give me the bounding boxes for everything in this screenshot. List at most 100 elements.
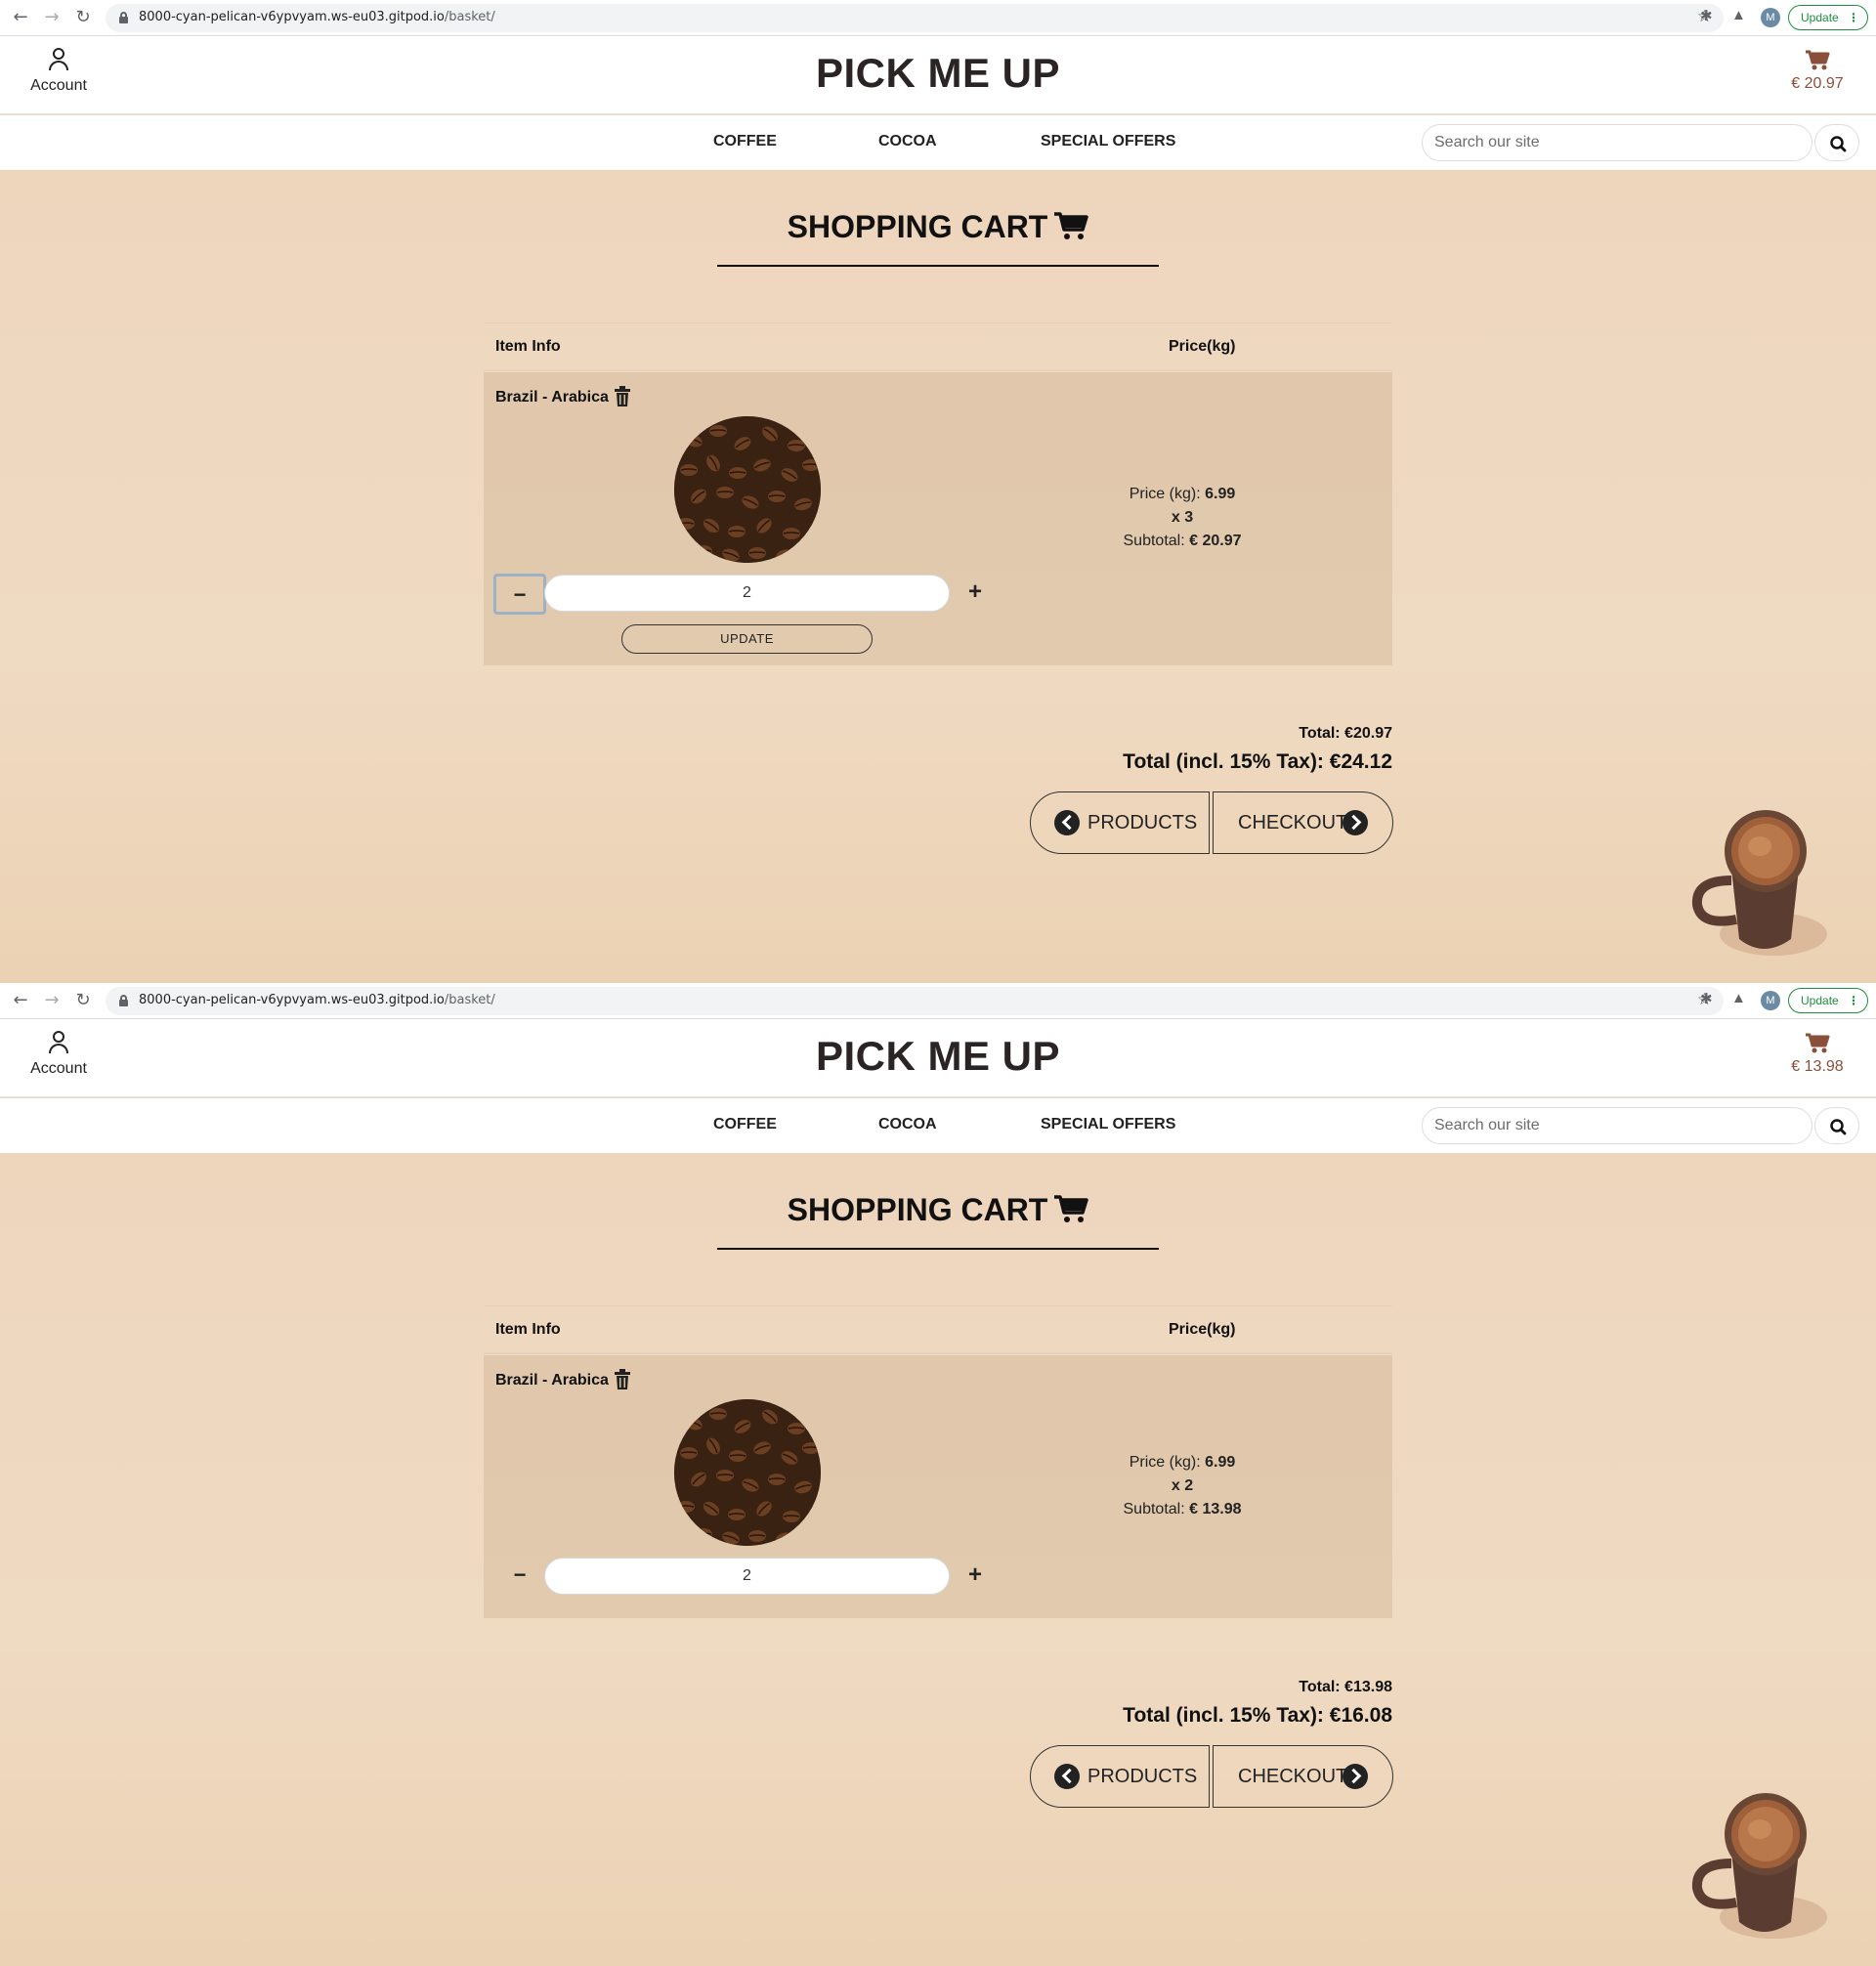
quantity-decrement-button[interactable]: − — [493, 574, 546, 615]
screenshot-frame-1: ← → ↻ 8000-cyan-pelican-v6ypvyam.ws-eu03… — [0, 0, 1876, 983]
checkout-button[interactable]: CHECKOUT — [1213, 1745, 1393, 1808]
search-input[interactable] — [1422, 1107, 1812, 1144]
cart-item-row: Brazil - Arabica — [484, 1355, 1392, 1618]
screenshot-frame-2: ← → ↻ 8000-cyan-pelican-v6ypvyam.ws-eu03… — [0, 983, 1876, 1966]
basket-content: SHOPPING CART Item Info Price(kg) Brazil… — [0, 170, 1876, 983]
price-per-kg: Price (kg): 6.99 — [1129, 486, 1236, 502]
order-totals: Total: €13.98 Total (incl. 15% Tax): €16… — [1123, 1679, 1392, 1728]
site-logo[interactable]: PICK ME UP — [0, 1033, 1876, 1080]
page-title-text: SHOPPING CART — [787, 209, 1048, 244]
chevron-left-circle-icon — [1054, 810, 1080, 835]
checkout-label: CHECKOUT — [1238, 812, 1348, 833]
cart-total: Total: €13.98 — [1299, 1679, 1392, 1695]
search-button[interactable] — [1814, 1107, 1859, 1144]
product-image-coffee-beans[interactable] — [674, 416, 821, 563]
search-icon — [1830, 1119, 1847, 1135]
checkout-button[interactable]: CHECKOUT — [1213, 791, 1393, 854]
back-icon[interactable]: ← — [10, 7, 31, 28]
main-nav: COFFEE COCOA SPECIAL OFFERS — [0, 1098, 1876, 1153]
basket-content: SHOPPING CART Item Info Price(kg) Brazil… — [0, 1153, 1876, 1966]
site-logo[interactable]: PICK ME UP — [0, 50, 1876, 97]
page-title: SHOPPING CART — [0, 1192, 1876, 1228]
header-cart-link[interactable]: € 20.97 — [1788, 50, 1847, 93]
keep-shopping-button[interactable]: PRODUCTS — [1030, 791, 1210, 854]
item-subtotal: Subtotal: € 13.98 — [1123, 1501, 1242, 1517]
trash-icon[interactable] — [614, 1369, 631, 1390]
forward-icon[interactable]: → — [41, 990, 63, 1011]
update-label: Update — [1801, 994, 1839, 1007]
cart-total: Total: €20.97 — [1299, 725, 1392, 742]
main-nav: COFFEE COCOA SPECIAL OFFERS — [0, 115, 1876, 170]
shopping-cart-icon — [1054, 212, 1089, 239]
quantity-multiplier: x 3 — [1171, 509, 1194, 526]
reload-icon[interactable]: ↻ — [72, 990, 94, 1011]
site-header: Account PICK ME UP € 13.98 — [0, 1019, 1876, 1097]
checkout-label: CHECKOUT — [1238, 1766, 1348, 1787]
forward-icon[interactable]: → — [41, 7, 63, 28]
labs-flask-icon[interactable]: ▲ — [1731, 7, 1746, 23]
col-price: Price(kg) — [1169, 338, 1236, 355]
cart-item-row: Brazil - Arabica — [484, 372, 1392, 665]
update-quantity-button[interactable]: UPDATE — [621, 624, 873, 654]
reload-icon[interactable]: ↻ — [72, 7, 94, 28]
quantity-increment-button[interactable]: + — [960, 1558, 990, 1595]
chevron-right-circle-icon — [1343, 810, 1368, 835]
back-icon[interactable]: ← — [10, 990, 31, 1011]
grand-total: Total (incl. 15% Tax): €24.12 — [1123, 750, 1392, 773]
page-title-text: SHOPPING CART — [787, 1192, 1048, 1227]
address-url: 8000-cyan-pelican-v6ypvyam.ws-eu03.gitpo… — [139, 10, 495, 24]
quantity-multiplier: x 2 — [1171, 1477, 1194, 1494]
item-name: Brazil - Arabica — [495, 389, 609, 406]
extensions-puzzle-icon[interactable]: ✱ — [1700, 7, 1713, 24]
cart-icon — [1806, 50, 1830, 70]
header-cart-link[interactable]: € 13.98 — [1788, 1033, 1847, 1076]
title-divider — [717, 1248, 1159, 1250]
kebab-menu-icon: ⋮ — [1848, 994, 1859, 1007]
nav-coffee[interactable]: COFFEE — [713, 133, 777, 150]
trash-icon[interactable] — [614, 386, 631, 407]
nav-coffee[interactable]: COFFEE — [713, 1116, 777, 1133]
nav-cocoa[interactable]: COCOA — [878, 1116, 937, 1133]
profile-avatar[interactable]: M — [1761, 8, 1780, 27]
shopping-cart-icon — [1054, 1195, 1089, 1222]
keep-shopping-button[interactable]: PRODUCTS — [1030, 1745, 1210, 1808]
item-name: Brazil - Arabica — [495, 1372, 609, 1389]
col-item-info: Item Info — [495, 1321, 561, 1338]
nav-special-offers[interactable]: SPECIAL OFFERS — [1041, 1116, 1175, 1133]
quantity-decrement-button[interactable]: − — [493, 1557, 546, 1598]
profile-avatar[interactable]: M — [1761, 991, 1780, 1010]
item-subtotal: Subtotal: € 20.97 — [1123, 533, 1242, 549]
site-header: Account PICK ME UP € 20.97 — [0, 36, 1876, 114]
nav-cocoa[interactable]: COCOA — [878, 133, 937, 150]
address-url: 8000-cyan-pelican-v6ypvyam.ws-eu03.gitpo… — [139, 993, 495, 1007]
product-image-coffee-beans[interactable] — [674, 1399, 821, 1546]
quantity-increment-button[interactable]: + — [960, 575, 990, 612]
lock-icon — [119, 995, 128, 1006]
update-label: Update — [1801, 11, 1839, 24]
products-label: PRODUCTS — [1087, 1766, 1198, 1787]
coffee-cup-decoration — [1691, 1793, 1827, 1939]
coffee-cup-decoration — [1691, 810, 1827, 956]
quantity-input[interactable]: 2 — [544, 1558, 950, 1595]
chevron-right-circle-icon — [1343, 1764, 1368, 1789]
address-bar[interactable]: 8000-cyan-pelican-v6ypvyam.ws-eu03.gitpo… — [106, 987, 1724, 1015]
price-per-kg: Price (kg): 6.99 — [1129, 1454, 1236, 1471]
cart-table-header: Item Info Price(kg) — [484, 322, 1392, 371]
labs-flask-icon[interactable]: ▲ — [1731, 990, 1746, 1006]
chevron-left-circle-icon — [1054, 1764, 1080, 1789]
order-totals: Total: €20.97 Total (incl. 15% Tax): €24… — [1123, 725, 1392, 774]
address-bar[interactable]: 8000-cyan-pelican-v6ypvyam.ws-eu03.gitpo… — [106, 4, 1724, 32]
browser-toolbar: ← → ↻ 8000-cyan-pelican-v6ypvyam.ws-eu03… — [0, 0, 1876, 36]
extensions-puzzle-icon[interactable]: ✱ — [1700, 990, 1713, 1007]
cart-table-header: Item Info Price(kg) — [484, 1305, 1392, 1354]
search-input[interactable] — [1422, 124, 1812, 161]
quantity-input[interactable]: 2 — [544, 575, 950, 612]
browser-update-button[interactable]: Update ⋮ — [1788, 5, 1868, 30]
cart-icon — [1806, 1033, 1830, 1053]
nav-special-offers[interactable]: SPECIAL OFFERS — [1041, 133, 1175, 150]
products-label: PRODUCTS — [1087, 812, 1198, 833]
col-item-info: Item Info — [495, 338, 561, 355]
browser-update-button[interactable]: Update ⋮ — [1788, 988, 1868, 1013]
search-button[interactable] — [1814, 124, 1859, 161]
price-details: Price (kg): 6.99 x 2 Subtotal: € 13.98 — [1085, 1451, 1280, 1521]
